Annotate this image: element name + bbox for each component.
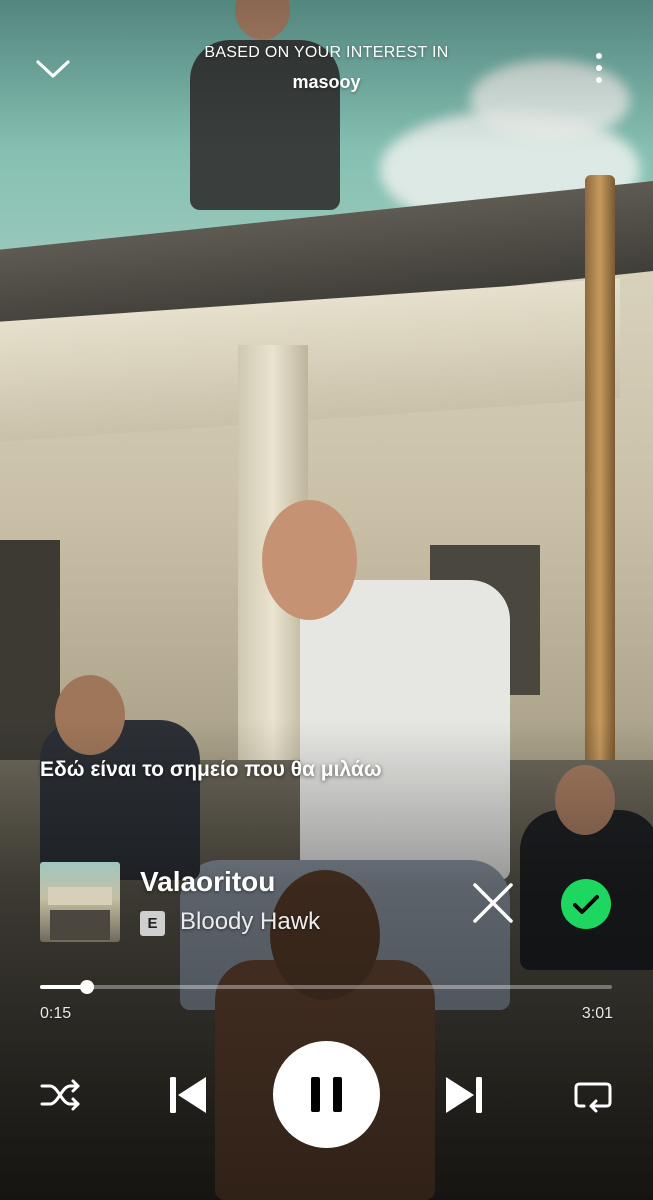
album-cover-detail xyxy=(48,887,112,905)
close-icon xyxy=(473,883,513,923)
elapsed-time: 0:15 xyxy=(40,1005,72,1022)
hide-song-button[interactable] xyxy=(468,878,518,928)
saved-to-library-button[interactable] xyxy=(561,879,611,929)
check-circle-icon xyxy=(573,895,599,914)
skip-previous-icon xyxy=(170,1077,206,1113)
album-cover-detail xyxy=(50,910,110,940)
progress-bar[interactable] xyxy=(40,980,612,994)
pause-button[interactable] xyxy=(273,1041,380,1148)
context-label: BASED ON YOUR INTEREST IN xyxy=(204,44,449,61)
previous-button[interactable] xyxy=(162,1070,212,1120)
repeat-icon xyxy=(574,1082,612,1113)
more-options-button[interactable] xyxy=(583,48,615,88)
repeat-button[interactable] xyxy=(568,1072,618,1118)
more-vertical-icon xyxy=(596,53,602,83)
context-title[interactable]: masooy xyxy=(0,72,653,93)
progress-handle[interactable] xyxy=(80,980,95,994)
track-title[interactable]: Valaoritou xyxy=(140,866,275,898)
album-cover[interactable] xyxy=(40,862,120,942)
pause-icon xyxy=(311,1077,342,1112)
lyric-line[interactable]: Εδώ είναι το σημείο που θα μιλάω xyxy=(40,758,620,782)
total-time: 3:01 xyxy=(581,1005,613,1022)
skip-next-icon xyxy=(446,1077,482,1113)
explicit-badge: E xyxy=(140,911,165,936)
artist-name[interactable]: Bloody Hawk xyxy=(180,908,320,936)
shuffle-button[interactable] xyxy=(36,1072,86,1118)
next-button[interactable] xyxy=(440,1070,490,1120)
now-playing-screen: BASED ON YOUR INTEREST IN masooy Εδώ είν… xyxy=(0,0,653,1200)
shuffle-icon xyxy=(40,1079,80,1111)
